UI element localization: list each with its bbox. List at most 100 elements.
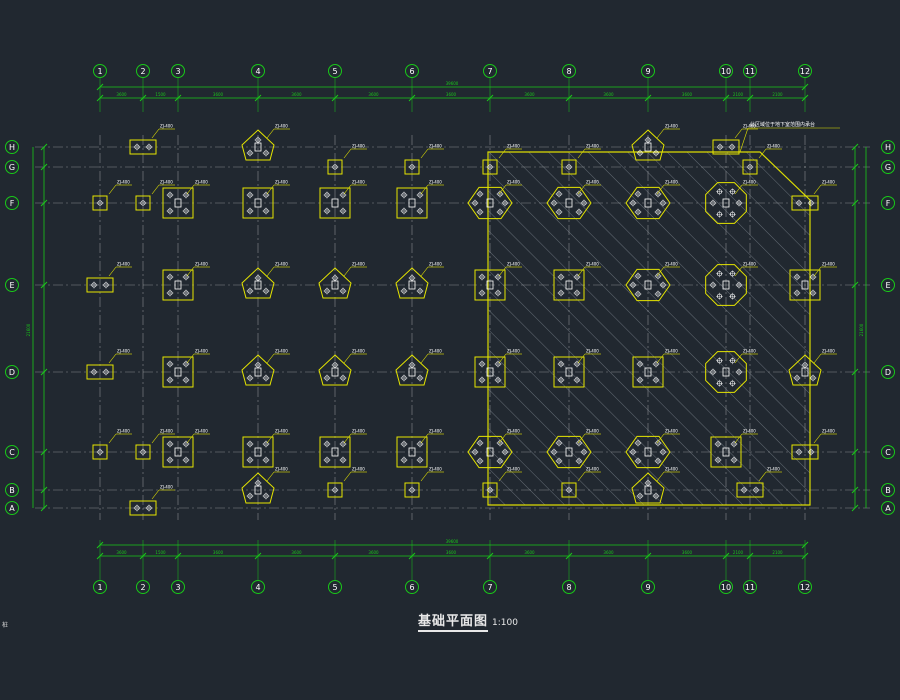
- pile-cap-5F-label: ZJ-400: [352, 180, 365, 185]
- axis-bubble-bottom-2-label: 2: [140, 583, 145, 592]
- axis-bubble-right-E-label: E: [885, 281, 890, 290]
- pile-cap-1C-leader: [108, 433, 117, 444]
- axis-bubble-bottom-7-label: 7: [487, 583, 492, 592]
- pile-cap-4F-label: ZJ-400: [275, 180, 288, 185]
- pile-cap-6E-leader: [420, 266, 429, 277]
- bottom-dimension-total-label: 39600: [446, 539, 459, 544]
- pile-cap-6G-label: ZJ-400: [429, 144, 442, 149]
- top-dimension-segment-label-6: 3600: [524, 92, 535, 97]
- pile-cap-2A-label: ZJ-400: [160, 485, 173, 490]
- top-dimension-total-label: 39600: [446, 81, 459, 86]
- pile-cap-6G-leader: [420, 148, 429, 159]
- pile-cap-2H-label: ZJ-400: [160, 124, 173, 129]
- top-dimension-segment-label-9: 2100: [733, 92, 744, 97]
- pile-cap-2H-leader: [151, 128, 160, 139]
- pile-cap-4B-leader: [266, 471, 275, 482]
- pile-cap-5E-leader: [343, 266, 352, 277]
- top-dimension-segment-label-8: 3600: [682, 92, 693, 97]
- pile-cap-5G-leader: [343, 148, 352, 159]
- pile-cap-2A-leader: [151, 489, 160, 500]
- axis-bubble-top-2-label: 2: [140, 67, 145, 76]
- pile-cap-8E-label: ZJ-400: [586, 262, 599, 267]
- pile-cap-9H-leader: [656, 128, 665, 139]
- pile-cap-10E-label: ZJ-400: [743, 262, 756, 267]
- axis-bubble-right-C-label: C: [885, 448, 891, 457]
- pile-cap-7E-label: ZJ-400: [507, 262, 520, 267]
- pile-cap-2C-leader: [151, 433, 160, 444]
- pile-cap-6F-label: ZJ-400: [429, 180, 442, 185]
- axis-bubble-right-H-label: H: [885, 143, 891, 152]
- basement-note-leader: [739, 127, 749, 153]
- right-dimension-total-label: 21600: [859, 323, 864, 336]
- pile-cap-5D-label: ZJ-400: [352, 349, 365, 354]
- axis-bubble-bottom-6-label: 6: [409, 583, 414, 592]
- pile-cap-4H-label: ZJ-400: [275, 124, 288, 129]
- axis-bubble-top-5-label: 5: [332, 67, 337, 76]
- pile-cap-3C-label: ZJ-400: [195, 429, 208, 434]
- pile-cap-9E-label: ZJ-400: [665, 262, 678, 267]
- axis-bubble-right-F-label: F: [886, 199, 891, 208]
- pile-cap-3D-label: ZJ-400: [195, 349, 208, 354]
- pile-cap-1E-label: ZJ-400: [117, 262, 130, 267]
- pile-cap-8F-label: ZJ-400: [586, 180, 599, 185]
- axis-bubble-bottom-5-label: 5: [332, 583, 337, 592]
- pile-cap-1F-label: ZJ-400: [117, 180, 130, 185]
- pile-cap-12E-label: ZJ-400: [822, 262, 835, 267]
- pile-cap-4C-label: ZJ-400: [275, 429, 288, 434]
- pile-cap-4H-leader: [266, 128, 275, 139]
- pile-cap-12C-leader: [813, 433, 822, 444]
- bottom-dimension-segment-label-7: 3600: [603, 550, 614, 555]
- top-dimension-segment-label-2: 3600: [213, 92, 224, 97]
- pile-cap-12D-leader: [813, 353, 822, 364]
- axis-bubble-bottom-4-label: 4: [255, 583, 260, 592]
- axis-bubble-left-E-label: E: [9, 281, 14, 290]
- pile-cap-4B-label: ZJ-400: [275, 467, 288, 472]
- basement-note: 此区域位于地下室范围内承台: [750, 121, 815, 128]
- axis-bubble-right-A-label: A: [885, 504, 891, 513]
- corner-mark: 桩: [2, 622, 9, 629]
- axis-bubble-top-11-label: 11: [745, 67, 755, 76]
- bottom-dimension-segment-label-0: 3600: [116, 550, 127, 555]
- axis-bubble-left-D-label: D: [9, 368, 15, 377]
- pile-cap-6C-label: ZJ-400: [429, 429, 442, 434]
- pile-cap-8B-label: ZJ-400: [586, 467, 599, 472]
- axis-bubble-left-G-label: G: [9, 163, 15, 172]
- bottom-dimension-segment-label-9: 2100: [733, 550, 744, 555]
- axis-bubble-bottom-8-label: 8: [566, 583, 571, 592]
- top-dimension-segment-label-5: 3600: [446, 92, 457, 97]
- pile-cap-7B-label: ZJ-400: [507, 467, 520, 472]
- pile-cap-12F-leader: [813, 184, 822, 195]
- pile-cap-12C-label: ZJ-400: [822, 429, 835, 434]
- axis-bubble-right-G-label: G: [885, 163, 891, 172]
- bottom-dimension-segment-label-10: 2100: [772, 550, 783, 555]
- pile-cap-7F-label: ZJ-400: [507, 180, 520, 185]
- bottom-dimension-segment-label-5: 3600: [446, 550, 457, 555]
- axis-bubble-left-C-label: C: [9, 448, 15, 457]
- axis-bubble-bottom-12-label: 12: [800, 583, 810, 592]
- pile-cap-9B-label: ZJ-400: [665, 467, 678, 472]
- bottom-dimension-segment-label-8: 3600: [682, 550, 693, 555]
- pile-cap-11G-label: ZJ-400: [767, 144, 780, 149]
- axis-bubble-left-B-label: B: [9, 486, 15, 495]
- left-dimension-total-label: 21600: [26, 323, 31, 336]
- pile-cap-2F-leader: [151, 184, 160, 195]
- axis-bubble-bottom-3-label: 3: [175, 583, 180, 592]
- pile-cap-6E-label: ZJ-400: [429, 262, 442, 267]
- axis-bubble-top-10-label: 10: [721, 67, 731, 76]
- pile-cap-5B-leader: [343, 471, 352, 482]
- pile-cap-5C-label: ZJ-400: [352, 429, 365, 434]
- pile-cap-1C-label: ZJ-400: [117, 429, 130, 434]
- pile-cap-6D-leader: [420, 353, 429, 364]
- pile-cap-1D-label: ZJ-400: [117, 349, 130, 354]
- pile-cap-7D-label: ZJ-400: [507, 349, 520, 354]
- axis-bubble-top-7-label: 7: [487, 67, 492, 76]
- axis-bubble-bottom-9-label: 9: [645, 583, 650, 592]
- axis-bubble-left-F-label: F: [10, 199, 15, 208]
- pile-cap-1E-leader: [108, 266, 117, 277]
- pile-cap-8D-label: ZJ-400: [586, 349, 599, 354]
- bottom-dimension-segment-label-3: 3600: [291, 550, 302, 555]
- pile-cap-1F-leader: [108, 184, 117, 195]
- pile-cap-9F-label: ZJ-400: [665, 180, 678, 185]
- pile-cap-8G-label: ZJ-400: [586, 144, 599, 149]
- axis-bubble-bottom-11-label: 11: [745, 583, 755, 592]
